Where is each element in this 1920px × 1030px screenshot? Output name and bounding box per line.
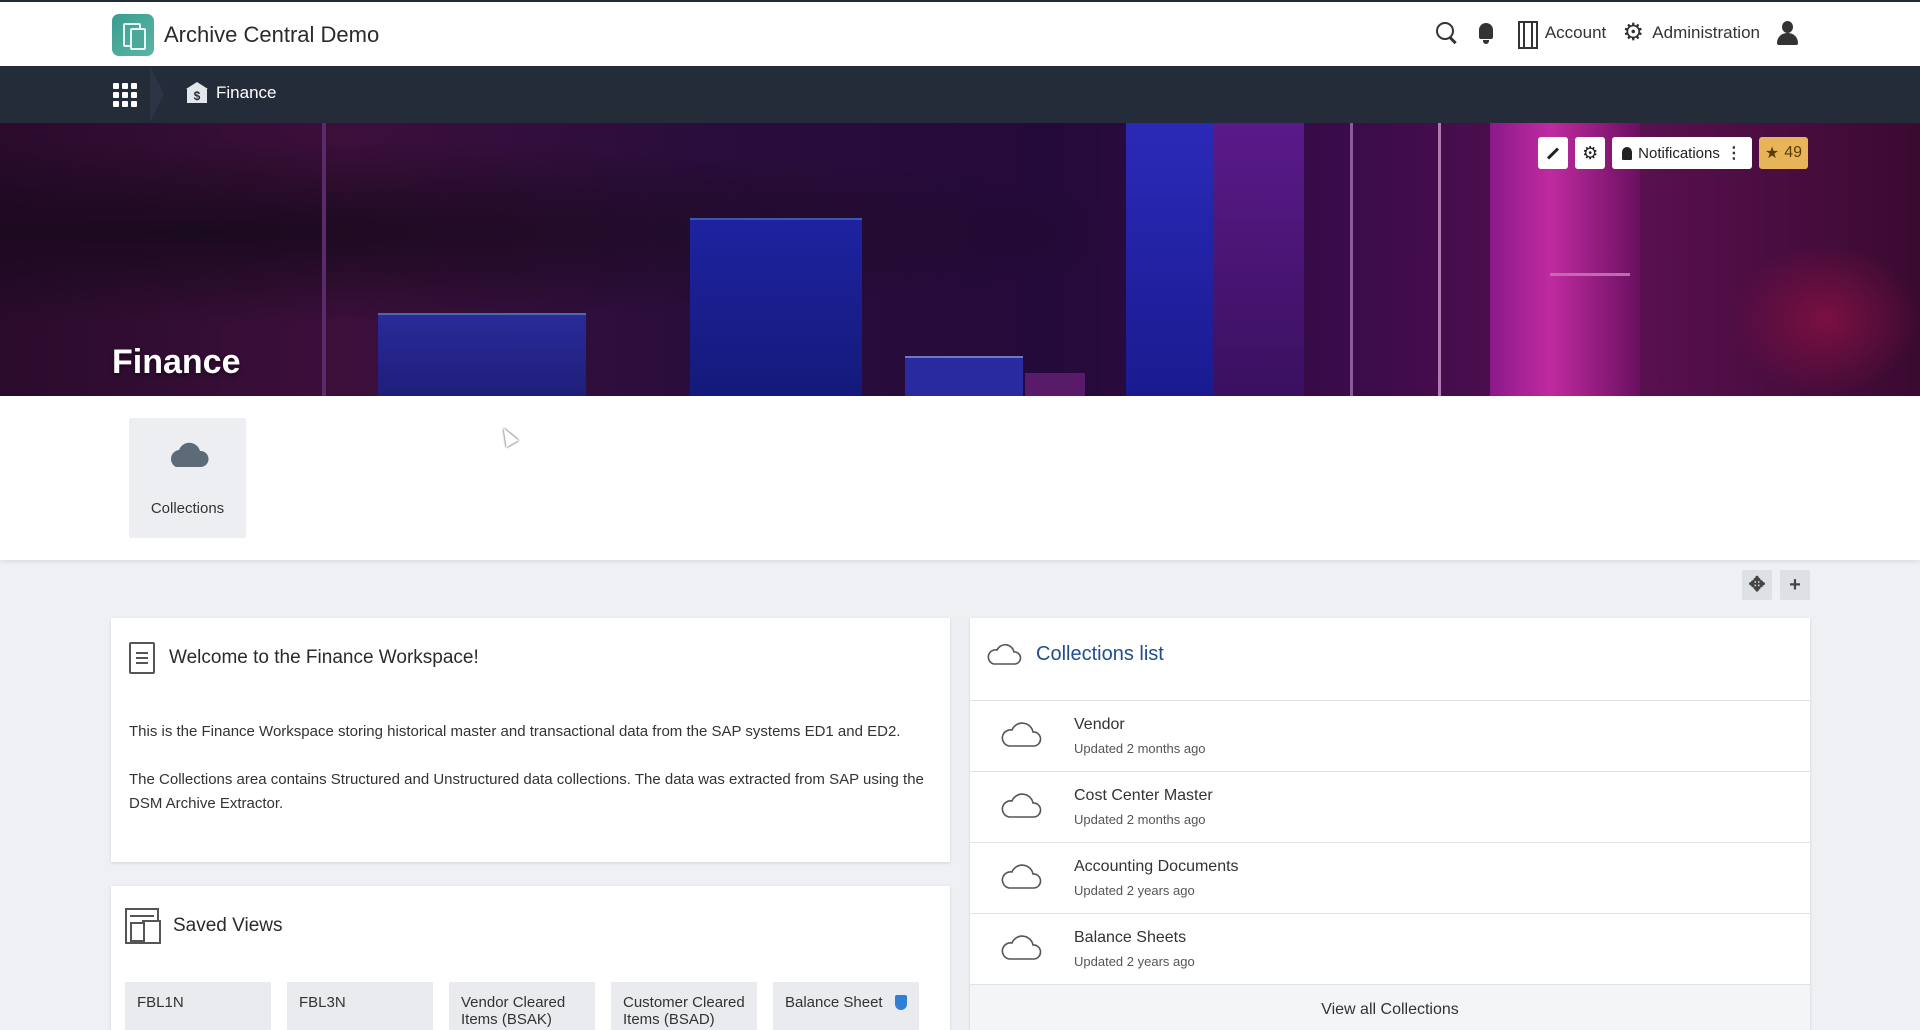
saved-view-item[interactable]: FBL1N — [125, 982, 271, 1030]
settings-button[interactable]: ⚙ — [1575, 137, 1606, 169]
collection-name: Accounting Documents — [1074, 858, 1239, 875]
welcome-card: Welcome to the Finance Workspace! This i… — [111, 618, 950, 862]
collection-name: Balance Sheets — [1074, 929, 1187, 946]
saved-view-item[interactable]: Customer Cleared Items (BSAD) — [611, 982, 757, 1030]
saved-view-label: Balance Sheet — [785, 994, 883, 1011]
more-options-icon[interactable]: ⋮ — [1726, 143, 1742, 163]
welcome-title: Welcome to the Finance Workspace! — [169, 647, 479, 668]
hero-decor — [1438, 123, 1441, 396]
notifications-button[interactable]: Notifications ⋮ — [1612, 137, 1752, 169]
hero-banner: Finance ⚙ Notifications ⋮ ★ 49 — [0, 123, 1920, 396]
collections-list: Vendor Updated 2 months ago Cost Center … — [970, 700, 1810, 984]
view-all-collections-button[interactable]: View all Collections — [970, 984, 1810, 1030]
saved-views-card: Saved Views FBL1N FBL3N Vendor Cleared I… — [111, 886, 950, 1030]
administration-label: Administration — [1652, 23, 1760, 42]
hero-decor — [1350, 123, 1353, 396]
hero-decor — [322, 123, 326, 396]
gear-icon: ⚙ — [1582, 142, 1599, 163]
collection-updated: Updated 2 years ago — [1074, 883, 1195, 898]
favorite-button[interactable]: ★ 49 — [1758, 137, 1808, 169]
welcome-header: Welcome to the Finance Workspace! — [129, 642, 479, 674]
saved-view-label: FBL3N — [299, 994, 346, 1011]
administration-link[interactable]: ⚙ Administration — [1620, 20, 1760, 46]
hero-toolbar: ⚙ Notifications ⋮ ★ 49 — [1538, 137, 1808, 169]
hero-decor — [1550, 273, 1630, 276]
bell-icon — [1622, 146, 1633, 160]
cloud-icon — [1001, 793, 1042, 818]
pencil-icon — [1547, 146, 1560, 160]
list-item[interactable]: Accounting Documents Updated 2 years ago — [970, 842, 1810, 913]
cloud-icon — [1001, 935, 1042, 960]
account-link[interactable]: Account — [1513, 20, 1607, 49]
hero-decor — [378, 313, 586, 396]
collection-updated: Updated 2 months ago — [1074, 812, 1206, 827]
nav-bar: Finance — [0, 66, 1920, 123]
saved-view-item[interactable]: FBL3N — [287, 982, 433, 1030]
user-icon[interactable] — [1774, 20, 1800, 46]
notifications-label: Notifications — [1638, 144, 1720, 162]
dashboard-tools: ✥ + — [1742, 570, 1810, 600]
apps-grid-icon[interactable] — [113, 83, 137, 107]
breadcrumb-separator — [150, 66, 170, 123]
list-item[interactable]: Balance Sheets Updated 2 years ago — [970, 913, 1810, 984]
app-title: Archive Central Demo — [164, 22, 380, 47]
tile-label: Collections — [150, 500, 225, 517]
cloud-icon — [1001, 722, 1042, 747]
top-bar: Archive Central Demo Account ⚙ Administr… — [0, 0, 1920, 66]
move-widgets-button[interactable]: ✥ — [1742, 570, 1772, 600]
list-item[interactable]: Cost Center Master Updated 2 months ago — [970, 771, 1810, 842]
hero-decor — [905, 356, 1023, 396]
saved-views-list: FBL1N FBL3N Vendor Cleared Items (BSAK) … — [125, 982, 919, 1030]
list-item[interactable]: Vendor Updated 2 months ago — [970, 700, 1810, 771]
search-icon[interactable] — [1433, 20, 1459, 46]
page-title: Finance — [112, 343, 241, 381]
edit-button[interactable] — [1538, 137, 1569, 169]
collections-header: Collections list — [986, 642, 1164, 666]
shield-icon — [895, 995, 907, 1010]
favorite-count: 49 — [1784, 144, 1802, 161]
collections-tile[interactable]: Collections — [129, 418, 246, 538]
collection-updated: Updated 2 years ago — [1074, 954, 1195, 969]
saved-views-header: Saved Views — [125, 908, 283, 944]
hero-decor — [1730, 243, 1920, 396]
welcome-paragraph-2: The Collections area contains Structured… — [129, 771, 924, 812]
saved-view-item[interactable]: Balance Sheet — [773, 982, 919, 1030]
cloud-icon — [171, 442, 209, 467]
breadcrumb[interactable]: Finance — [186, 82, 276, 104]
plus-icon: + — [1789, 574, 1801, 596]
add-widget-button[interactable]: + — [1780, 570, 1810, 600]
saved-views-title: Saved Views — [173, 915, 283, 936]
saved-view-item[interactable]: Vendor Cleared Items (BSAK) — [449, 982, 595, 1030]
hero-decor — [1126, 123, 1214, 396]
building-icon — [1513, 20, 1539, 49]
hero-decor — [690, 218, 862, 396]
saved-view-label: Vendor Cleared Items (BSAK) — [461, 994, 566, 1028]
saved-view-label: Customer Cleared Items (BSAD) — [623, 994, 745, 1028]
bank-icon — [186, 82, 208, 104]
collection-name: Cost Center Master — [1074, 787, 1213, 804]
collections-title[interactable]: Collections list — [1036, 643, 1164, 666]
hero-decor — [1025, 373, 1085, 396]
move-icon: ✥ — [1748, 574, 1766, 596]
account-label: Account — [1544, 23, 1607, 42]
hero-decor — [1214, 123, 1304, 396]
breadcrumb-current: Finance — [216, 83, 277, 102]
collection-updated: Updated 2 months ago — [1074, 741, 1206, 756]
cloud-icon — [987, 644, 1022, 665]
gear-icon: ⚙ — [1622, 19, 1645, 46]
saved-view-label: FBL1N — [137, 994, 184, 1011]
cloud-icon — [1001, 864, 1042, 889]
layout-icon — [125, 908, 159, 944]
archive-logo-icon — [112, 14, 154, 56]
star-icon: ★ — [1764, 145, 1780, 162]
document-icon — [129, 642, 155, 674]
brand[interactable]: Archive Central Demo — [112, 14, 379, 56]
collections-card: Collections list Vendor Updated 2 months… — [970, 618, 1810, 1030]
bell-icon[interactable] — [1473, 20, 1499, 46]
welcome-paragraph-1: This is the Finance Workspace storing hi… — [129, 723, 901, 740]
tile-strip: Collections — [0, 396, 1920, 560]
top-actions: Account ⚙ Administration — [1433, 20, 1800, 49]
collection-name: Vendor — [1074, 716, 1125, 733]
